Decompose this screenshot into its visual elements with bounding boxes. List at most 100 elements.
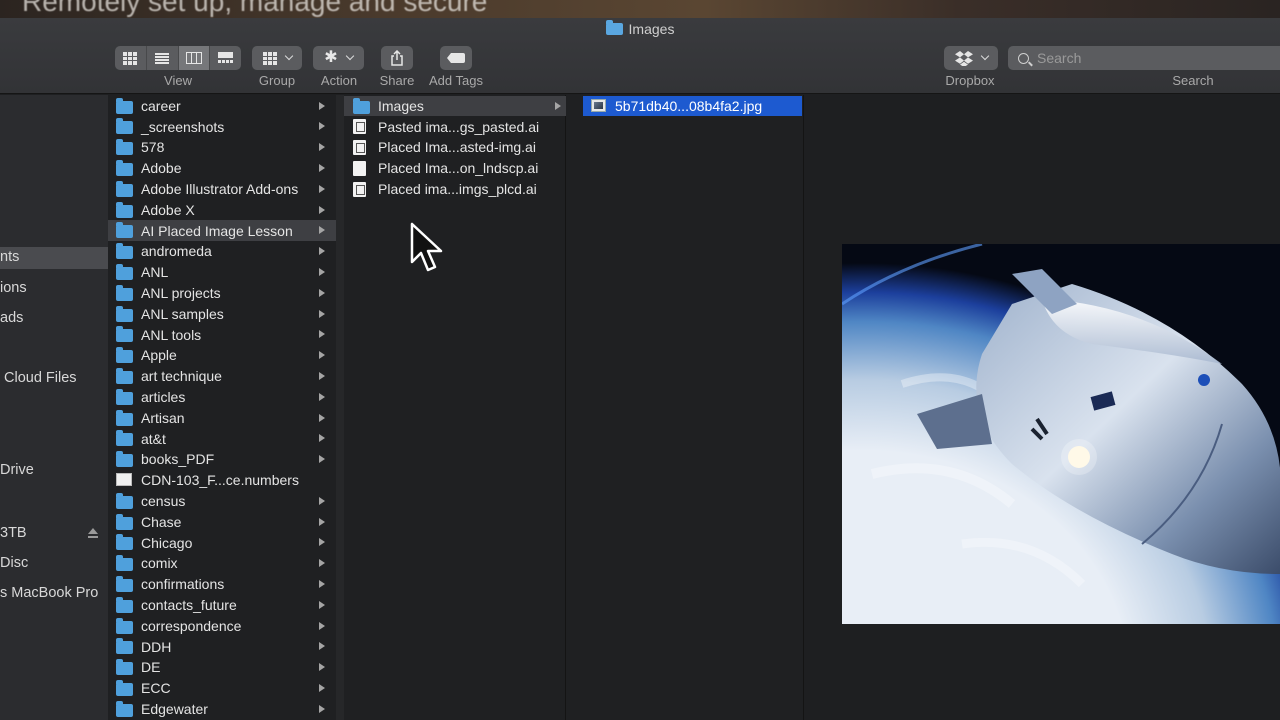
disclosure-arrow-icon	[319, 455, 325, 464]
chevron-down-icon	[284, 51, 293, 61]
item-name: Chase	[141, 513, 182, 530]
folder-row[interactable]: books_PDF	[108, 449, 336, 470]
folder-row[interactable]: ANL tools	[108, 324, 336, 345]
folder-row[interactable]: at&t	[108, 428, 336, 449]
folder-row[interactable]: Edgewater	[108, 699, 336, 720]
folder-icon	[116, 638, 133, 655]
gallery-view-button[interactable]	[210, 46, 241, 70]
mouse-cursor-icon	[410, 222, 443, 272]
item-name: ANL tools	[141, 326, 202, 343]
column-view-button[interactable]	[178, 46, 211, 70]
folder-row[interactable]: Apple	[108, 345, 336, 366]
disclosure-arrow-icon	[319, 621, 325, 630]
folder-icon	[353, 97, 370, 114]
item-name: ECC	[141, 680, 171, 697]
sidebar-item-cloud-files[interactable]: Cloud Files	[4, 370, 77, 386]
dropbox-button[interactable]	[944, 46, 998, 70]
folder-icon	[116, 118, 133, 135]
folder-row[interactable]: AI Placed Image Lesson	[108, 220, 336, 242]
folder-row[interactable]: Chicago	[108, 532, 336, 553]
folder-icon	[116, 430, 133, 447]
folder-icon	[116, 139, 133, 156]
folder-row[interactable]: 578	[108, 137, 336, 158]
spacecraft-image	[842, 244, 1280, 624]
folder-row[interactable]: confirmations	[108, 574, 336, 595]
folder-row[interactable]: Adobe X	[108, 200, 336, 221]
file-row[interactable]: Pasted ima...gs_pasted.ai	[344, 116, 566, 137]
disclosure-arrow-icon	[319, 184, 325, 193]
share-label: Share	[379, 73, 415, 88]
eject-icon[interactable]	[88, 528, 99, 538]
item-name: AI Placed Image Lesson	[141, 222, 293, 239]
folder-icon	[116, 347, 133, 364]
file-row[interactable]: Placed Ima...asted-img.ai	[344, 137, 566, 158]
folder-row[interactable]: census	[108, 491, 336, 512]
file-row[interactable]: Placed Ima...on_lndscp.ai	[344, 158, 566, 179]
folder-row[interactable]: ANL	[108, 262, 336, 283]
item-name: Adobe X	[141, 201, 195, 218]
folder-row[interactable]: Adobe Illustrator Add-ons	[108, 179, 336, 200]
folder-row[interactable]: career	[108, 96, 336, 117]
folder-row[interactable]: Artisan	[108, 408, 336, 429]
dropbox-label: Dropbox	[945, 73, 995, 88]
folder-icon	[116, 617, 133, 634]
item-name: Images	[378, 97, 424, 114]
icon-view-button[interactable]	[115, 46, 147, 70]
item-name: Artisan	[141, 409, 185, 426]
search-input[interactable]	[1037, 50, 1237, 66]
sidebar-item-drive[interactable]: Drive	[0, 462, 34, 478]
sidebar-item-disc[interactable]: Disc	[0, 555, 28, 571]
search-icon	[1018, 52, 1029, 64]
add-tags-button[interactable]	[440, 46, 472, 70]
folder-row[interactable]: contacts_future	[108, 595, 336, 616]
file-row[interactable]: Placed ima...imgs_plcd.ai	[344, 179, 566, 200]
file-row[interactable]: 5b71db40...08b4fa2.jpg	[583, 95, 802, 117]
file-row[interactable]: CDN-103_F...ce.numbers	[108, 470, 336, 491]
search-field[interactable]	[1008, 46, 1280, 70]
list-view-button[interactable]	[147, 46, 179, 70]
sidebar-item-label: Drive	[0, 462, 34, 478]
disclosure-arrow-icon	[319, 143, 325, 152]
folder-icon	[116, 243, 133, 260]
add-tags-label: Add Tags	[429, 73, 483, 88]
folder-icon	[116, 97, 133, 114]
folder-row[interactable]: _screenshots	[108, 116, 336, 137]
disclosure-arrow-icon	[319, 330, 325, 339]
disclosure-arrow-icon	[319, 704, 325, 713]
folder-row[interactable]: articles	[108, 387, 336, 408]
folder-icon	[116, 700, 133, 717]
column-1-scrollbar[interactable]	[336, 95, 344, 720]
folder-row[interactable]: ANL projects	[108, 283, 336, 304]
folder-row[interactable]: comix	[108, 553, 336, 574]
folder-row[interactable]: art technique	[108, 366, 336, 387]
folder-icon	[116, 388, 133, 405]
folder-row[interactable]: Images	[344, 95, 566, 117]
sidebar-item-3tb[interactable]: 3TB	[0, 525, 27, 541]
sidebar: nts ions ads Cloud Files Drive 3TB Disc …	[0, 95, 108, 720]
window-title: Images	[0, 20, 1280, 37]
folder-row[interactable]: ECC	[108, 678, 336, 699]
folder-row[interactable]: DDH	[108, 636, 336, 657]
folder-row[interactable]: andromeda	[108, 241, 336, 262]
folder-row[interactable]: ANL samples	[108, 304, 336, 325]
folder-row[interactable]: Adobe	[108, 158, 336, 179]
illustrator-file-icon	[353, 119, 366, 135]
folder-icon	[116, 284, 133, 301]
sidebar-item-downloads[interactable]: ads	[0, 310, 23, 326]
sidebar-item-macbook-pro[interactable]: s MacBook Pro	[0, 585, 98, 601]
view-mode-control[interactable]	[115, 46, 241, 70]
action-button[interactable]: ✱	[313, 46, 364, 70]
group-label: Group	[258, 73, 296, 88]
item-name: Placed Ima...asted-img.ai	[378, 139, 536, 156]
group-button[interactable]	[252, 46, 302, 70]
folder-row[interactable]: correspondence	[108, 616, 336, 637]
item-name: career	[141, 97, 181, 114]
sidebar-item-documents[interactable]: nts	[0, 247, 108, 269]
columns-icon	[185, 52, 202, 64]
share-button[interactable]	[381, 46, 413, 70]
sidebar-item-applications[interactable]: ions	[0, 280, 27, 296]
folder-row[interactable]: DE	[108, 657, 336, 678]
folder-row[interactable]: Chase	[108, 512, 336, 533]
tag-icon	[447, 53, 465, 63]
folder-icon	[116, 555, 133, 572]
